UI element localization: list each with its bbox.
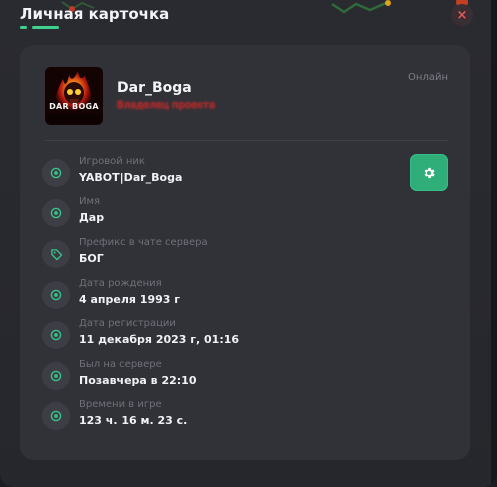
- settings-button[interactable]: [410, 154, 448, 191]
- profile-card: DAR BOGA Dar_Boga Владелец проекта Онлай…: [20, 45, 470, 460]
- dot-circle-icon: [42, 321, 70, 349]
- avatar-caption: DAR BOGA: [49, 102, 99, 111]
- field-value: 123 ч. 16 м. 23 с.: [79, 414, 188, 427]
- field-value: YABOT|Dar_Boga: [79, 171, 183, 184]
- field-value: Дар: [79, 211, 105, 224]
- profile-card-modal: Личная карточка × DAR BOGA Dar_Boga Влад…: [0, 0, 497, 487]
- dot-circle-icon: [42, 199, 70, 227]
- username: Dar_Boga: [117, 80, 192, 96]
- garland-decoration-icon: [331, 0, 391, 14]
- field-label: Дата рождения: [79, 278, 162, 289]
- avatar: DAR BOGA: [45, 67, 103, 125]
- field-value: 4 апреля 1993 г: [79, 293, 180, 306]
- field-label: Был на сервере: [79, 359, 162, 370]
- field-value: 11 декабря 2023 г, 01:16: [79, 333, 240, 346]
- dot-circle-icon: [42, 159, 70, 187]
- field-label: Дата регистрации: [79, 318, 176, 329]
- online-status: Онлайн: [408, 72, 448, 83]
- role-badge: Владелец проекта: [117, 100, 216, 111]
- flaming-skull-avatar-icon: [45, 67, 103, 125]
- field-label: Префикс в чате сервера: [79, 237, 208, 248]
- field-row-playtime: Времени в игре 123 ч. 16 м. 23 с.: [42, 399, 342, 433]
- field-row-name: Имя Дар: [42, 196, 342, 230]
- close-button[interactable]: ×: [451, 4, 473, 26]
- modal-title: Личная карточка: [20, 5, 170, 23]
- dot-circle-icon: [42, 281, 70, 309]
- field-value: Позавчера в 22:10: [79, 374, 197, 387]
- field-label: Времени в игре: [79, 399, 162, 410]
- underline-dot: [20, 26, 27, 29]
- field-row-prefix: Префикс в чате сервера БОГ: [42, 237, 342, 271]
- dot-circle-icon: [42, 362, 70, 390]
- underline-bar: [32, 26, 59, 29]
- dot-circle-icon: [42, 402, 70, 430]
- tag-icon: [42, 240, 70, 268]
- field-row-birthdate: Дата рождения 4 апреля 1993 г: [42, 278, 342, 312]
- field-row-nickname: Игровой ник YABOT|Dar_Boga: [42, 156, 342, 190]
- field-row-registration: Дата регистрации 11 декабря 2023 г, 01:1…: [42, 318, 342, 352]
- field-row-last-seen: Был на сервере Позавчера в 22:10: [42, 359, 342, 393]
- divider: [45, 140, 448, 141]
- field-value: БОГ: [79, 252, 104, 265]
- field-label: Имя: [79, 196, 101, 207]
- field-label: Игровой ник: [79, 156, 145, 167]
- gear-icon: [424, 167, 435, 178]
- scrollbar-track[interactable]: [491, 0, 497, 487]
